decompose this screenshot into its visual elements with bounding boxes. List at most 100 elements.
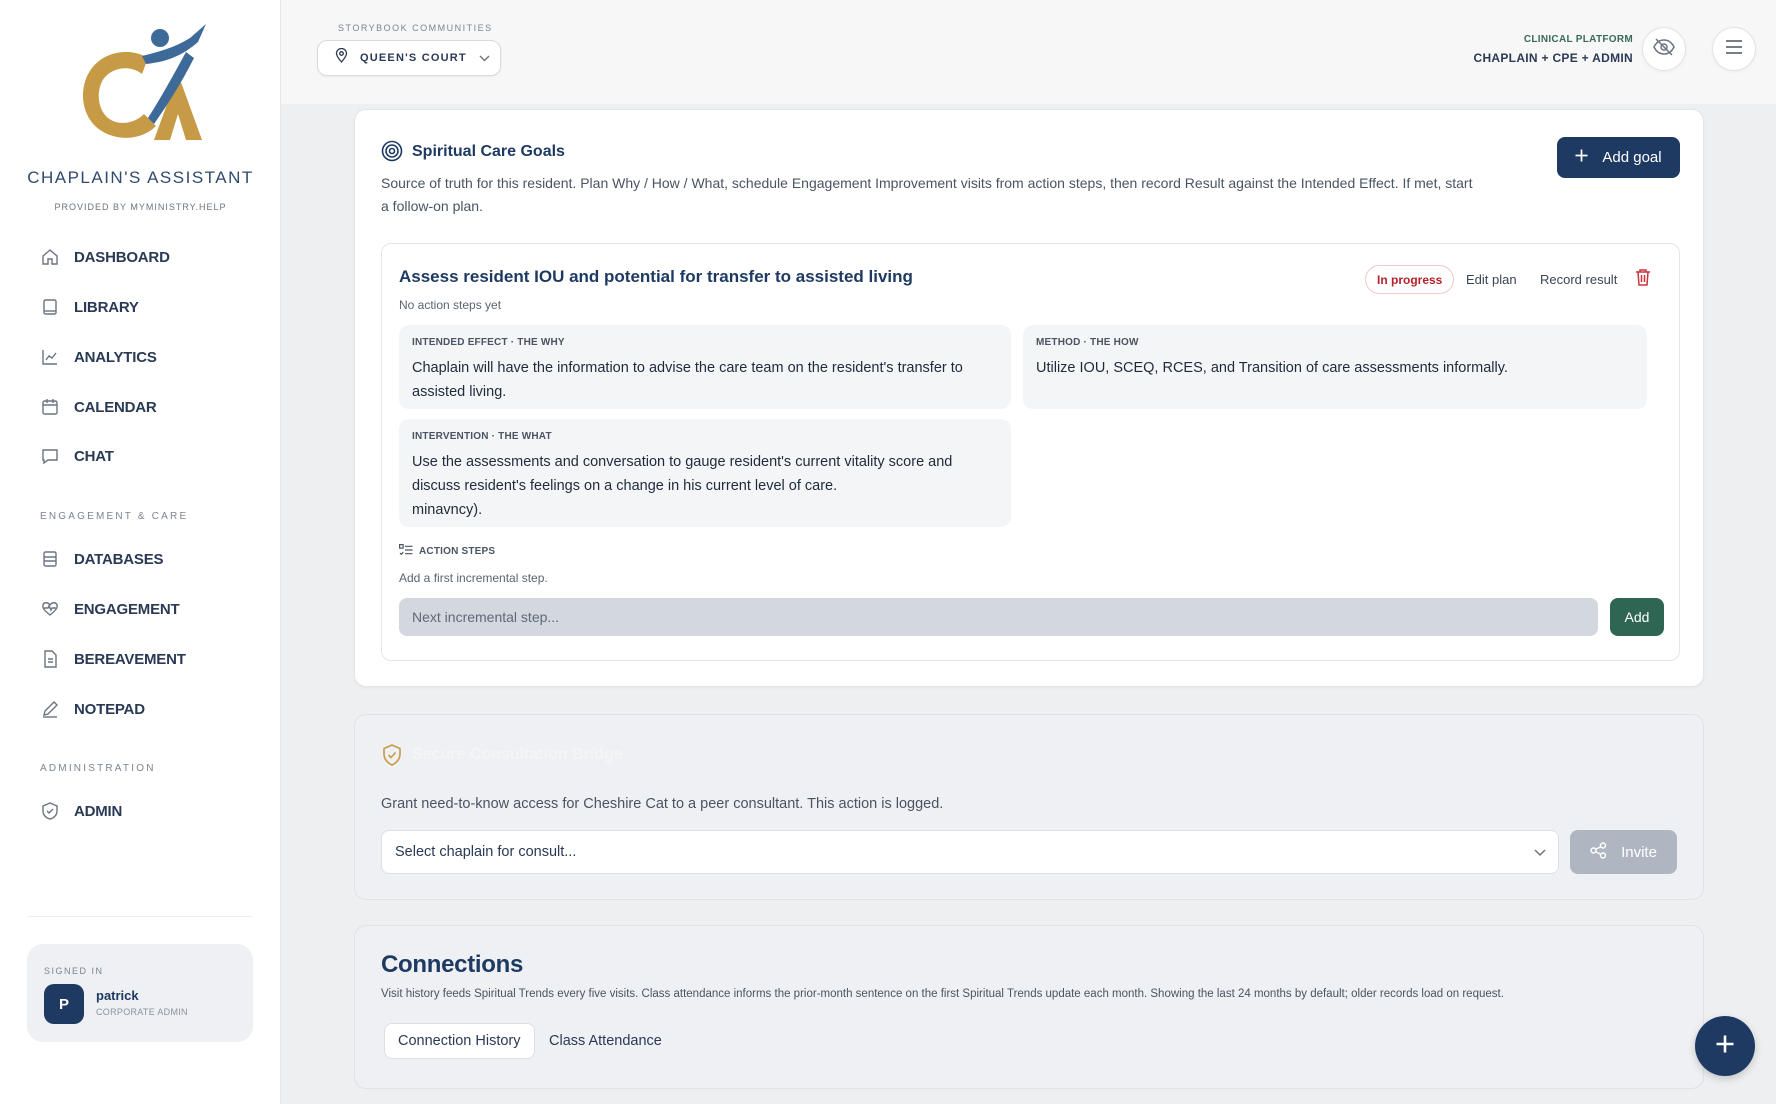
- heart-pulse-icon: [40, 599, 60, 619]
- sidebar-item-calendar[interactable]: CALENDAR: [40, 392, 157, 422]
- sidebar-item-label: LIBRARY: [74, 298, 139, 316]
- calendar-icon: [40, 397, 60, 417]
- sidebar-item-admin[interactable]: ADMIN: [40, 796, 122, 826]
- menu-button[interactable]: [1712, 27, 1756, 71]
- sidebar-item-label: CHAT: [74, 447, 114, 465]
- intended-effect-text: Chaplain will have the information to ad…: [412, 360, 963, 400]
- checklist-icon: [399, 544, 413, 559]
- sidebar-item-label: ADMIN: [74, 802, 123, 820]
- nav-section-admin: ADMINISTRATION: [40, 763, 156, 774]
- location-pin-icon: [335, 47, 348, 68]
- consultation-bridge-card: Secure Consultation Bridge Grant need-to…: [354, 714, 1704, 900]
- intervention-label: INTERVENTION · THE WHAT: [412, 431, 552, 442]
- goals-description: Source of truth for this resident. Plan …: [381, 175, 1473, 214]
- tab-connection-history[interactable]: Connection History: [384, 1023, 535, 1059]
- add-step-button[interactable]: Add: [1610, 598, 1664, 636]
- sidebar-item-label: NOTEPAD: [74, 700, 145, 718]
- consult-chaplain-select[interactable]: Select chaplain for consult...: [381, 830, 1559, 874]
- next-step-input[interactable]: [399, 598, 1598, 636]
- book-icon: [40, 297, 60, 317]
- sidebar-item-analytics[interactable]: ANALYTICS: [40, 342, 157, 372]
- pencil-icon: [40, 699, 60, 719]
- nav-section-engagement: ENGAGEMENT & CARE: [40, 511, 189, 522]
- quick-add-fab[interactable]: [1695, 1016, 1755, 1076]
- trash-icon[interactable]: [1635, 268, 1655, 290]
- user-name: patrick: [96, 988, 139, 1003]
- shield-icon: [40, 801, 60, 821]
- home-icon: [40, 247, 60, 267]
- community-selector[interactable]: QUEEN'S COURT: [317, 40, 501, 76]
- chart-icon: [40, 347, 60, 367]
- sidebar-item-label: BEREAVEMENT: [74, 650, 186, 668]
- sidebar-item-label: DATABASES: [74, 550, 164, 568]
- tab-class-attendance[interactable]: Class Attendance: [536, 1023, 675, 1059]
- plus-icon: [1575, 149, 1588, 166]
- goal-title: Assess resident IOU and potential for tr…: [399, 267, 913, 286]
- spiritual-care-goals-card: Spiritual Care Goals Source of truth for…: [354, 109, 1704, 687]
- sidebar-item-label: CALENDAR: [74, 398, 157, 416]
- share-icon: [1590, 841, 1607, 863]
- consult-select-value: Select chaplain for consult...: [395, 844, 577, 860]
- user-role: CORPORATE ADMIN: [96, 1007, 188, 1017]
- platform-label: CLINICAL PLATFORM: [1523, 34, 1633, 45]
- method-label: METHOD · THE HOW: [1036, 337, 1139, 348]
- record-result-button[interactable]: Record result: [1540, 272, 1617, 287]
- sidebar: CHAPLAIN'S ASSISTANT PROVIDED BY MYMINIS…: [0, 0, 281, 1104]
- intervention-line: discuss resident's feelings on a change …: [412, 478, 838, 494]
- intervention-text: Use the assessments and conversation to …: [412, 450, 1012, 522]
- sidebar-item-label: ENGAGEMENT: [74, 600, 180, 618]
- logo-mark-icon: [82, 24, 206, 140]
- intended-effect-label: INTENDED EFFECT · THE WHY: [412, 337, 565, 348]
- goal-subtitle: No action steps yet: [399, 298, 502, 312]
- top-header: STORYBOOK COMMUNITIES QUEEN'S COURT CLIN…: [281, 0, 1776, 104]
- goal-item: Assess resident IOU and potential for tr…: [381, 243, 1680, 661]
- sidebar-divider: [27, 916, 253, 917]
- method-box: METHOD · THE HOW Utilize IOU, SCEQ, RCES…: [1023, 325, 1647, 409]
- add-goal-button[interactable]: Add goal: [1557, 137, 1680, 178]
- intervention-line: Use the assessments and conversation to …: [412, 454, 953, 470]
- intended-effect-box: INTENDED EFFECT · THE WHY Chaplain will …: [399, 325, 1011, 409]
- sidebar-item-engagement[interactable]: ENGAGEMENT: [40, 594, 180, 624]
- signed-in-label: SIGNED IN: [44, 966, 104, 976]
- add-goal-label: Add goal: [1602, 149, 1662, 166]
- chat-icon: [40, 446, 60, 466]
- action-steps-heading: ACTION STEPS: [399, 544, 495, 559]
- invite-label: Invite: [1621, 843, 1657, 861]
- sidebar-item-dashboard[interactable]: DASHBOARD: [40, 242, 170, 272]
- intervention-box: INTERVENTION · THE WHAT Use the assessme…: [399, 419, 1011, 527]
- intervention-line: minavncy).: [412, 502, 483, 518]
- target-icon: [381, 140, 403, 162]
- invite-button[interactable]: Invite: [1570, 830, 1677, 874]
- database-icon: [40, 549, 60, 569]
- document-icon: [40, 649, 60, 669]
- hamburger-menu-icon: [1725, 39, 1743, 59]
- privacy-toggle-button[interactable]: [1642, 27, 1686, 71]
- sidebar-item-chat[interactable]: CHAT: [40, 441, 114, 471]
- brand-provided-by: PROVIDED BY MYMINISTRY.HELP: [54, 202, 227, 212]
- action-steps-hint: Add a first incremental step.: [399, 571, 548, 585]
- sidebar-item-library[interactable]: LIBRARY: [40, 292, 139, 322]
- sidebar-item-notepad[interactable]: NOTEPAD: [40, 694, 145, 724]
- goals-title: Spiritual Care Goals: [412, 143, 565, 160]
- brand-name: CHAPLAIN'S ASSISTANT: [27, 168, 254, 187]
- signed-in-card[interactable]: SIGNED IN P patrick CORPORATE ADMIN: [27, 944, 253, 1042]
- edit-plan-button[interactable]: Edit plan: [1466, 272, 1517, 287]
- platform-roles: CHAPLAIN + CPE + ADMIN: [1473, 51, 1633, 65]
- status-badge: In progress: [1365, 265, 1455, 294]
- method-text: Utilize IOU, SCEQ, RCES, and Transition …: [1036, 360, 1508, 376]
- plus-icon: [1715, 1034, 1735, 1059]
- chevron-down-icon: [479, 49, 490, 67]
- sidebar-item-bereavement[interactable]: BEREAVEMENT: [40, 644, 186, 674]
- bridge-description: Grant need-to-know access for Cheshire C…: [381, 796, 944, 812]
- action-steps-label: ACTION STEPS: [419, 546, 496, 557]
- avatar: P: [44, 984, 84, 1024]
- brand-logo: CHAPLAIN'S ASSISTANT PROVIDED BY MYMINIS…: [0, 18, 281, 212]
- community-value: QUEEN'S COURT: [360, 52, 467, 64]
- chevron-down-icon: [1534, 845, 1546, 861]
- sidebar-item-label: DASHBOARD: [74, 248, 170, 266]
- sidebar-item-databases[interactable]: DATABASES: [40, 544, 164, 574]
- shield-check-icon: [382, 744, 402, 766]
- community-label: STORYBOOK COMMUNITIES: [338, 23, 493, 33]
- connections-title: Connections: [381, 951, 524, 978]
- eye-off-icon: [1653, 37, 1675, 61]
